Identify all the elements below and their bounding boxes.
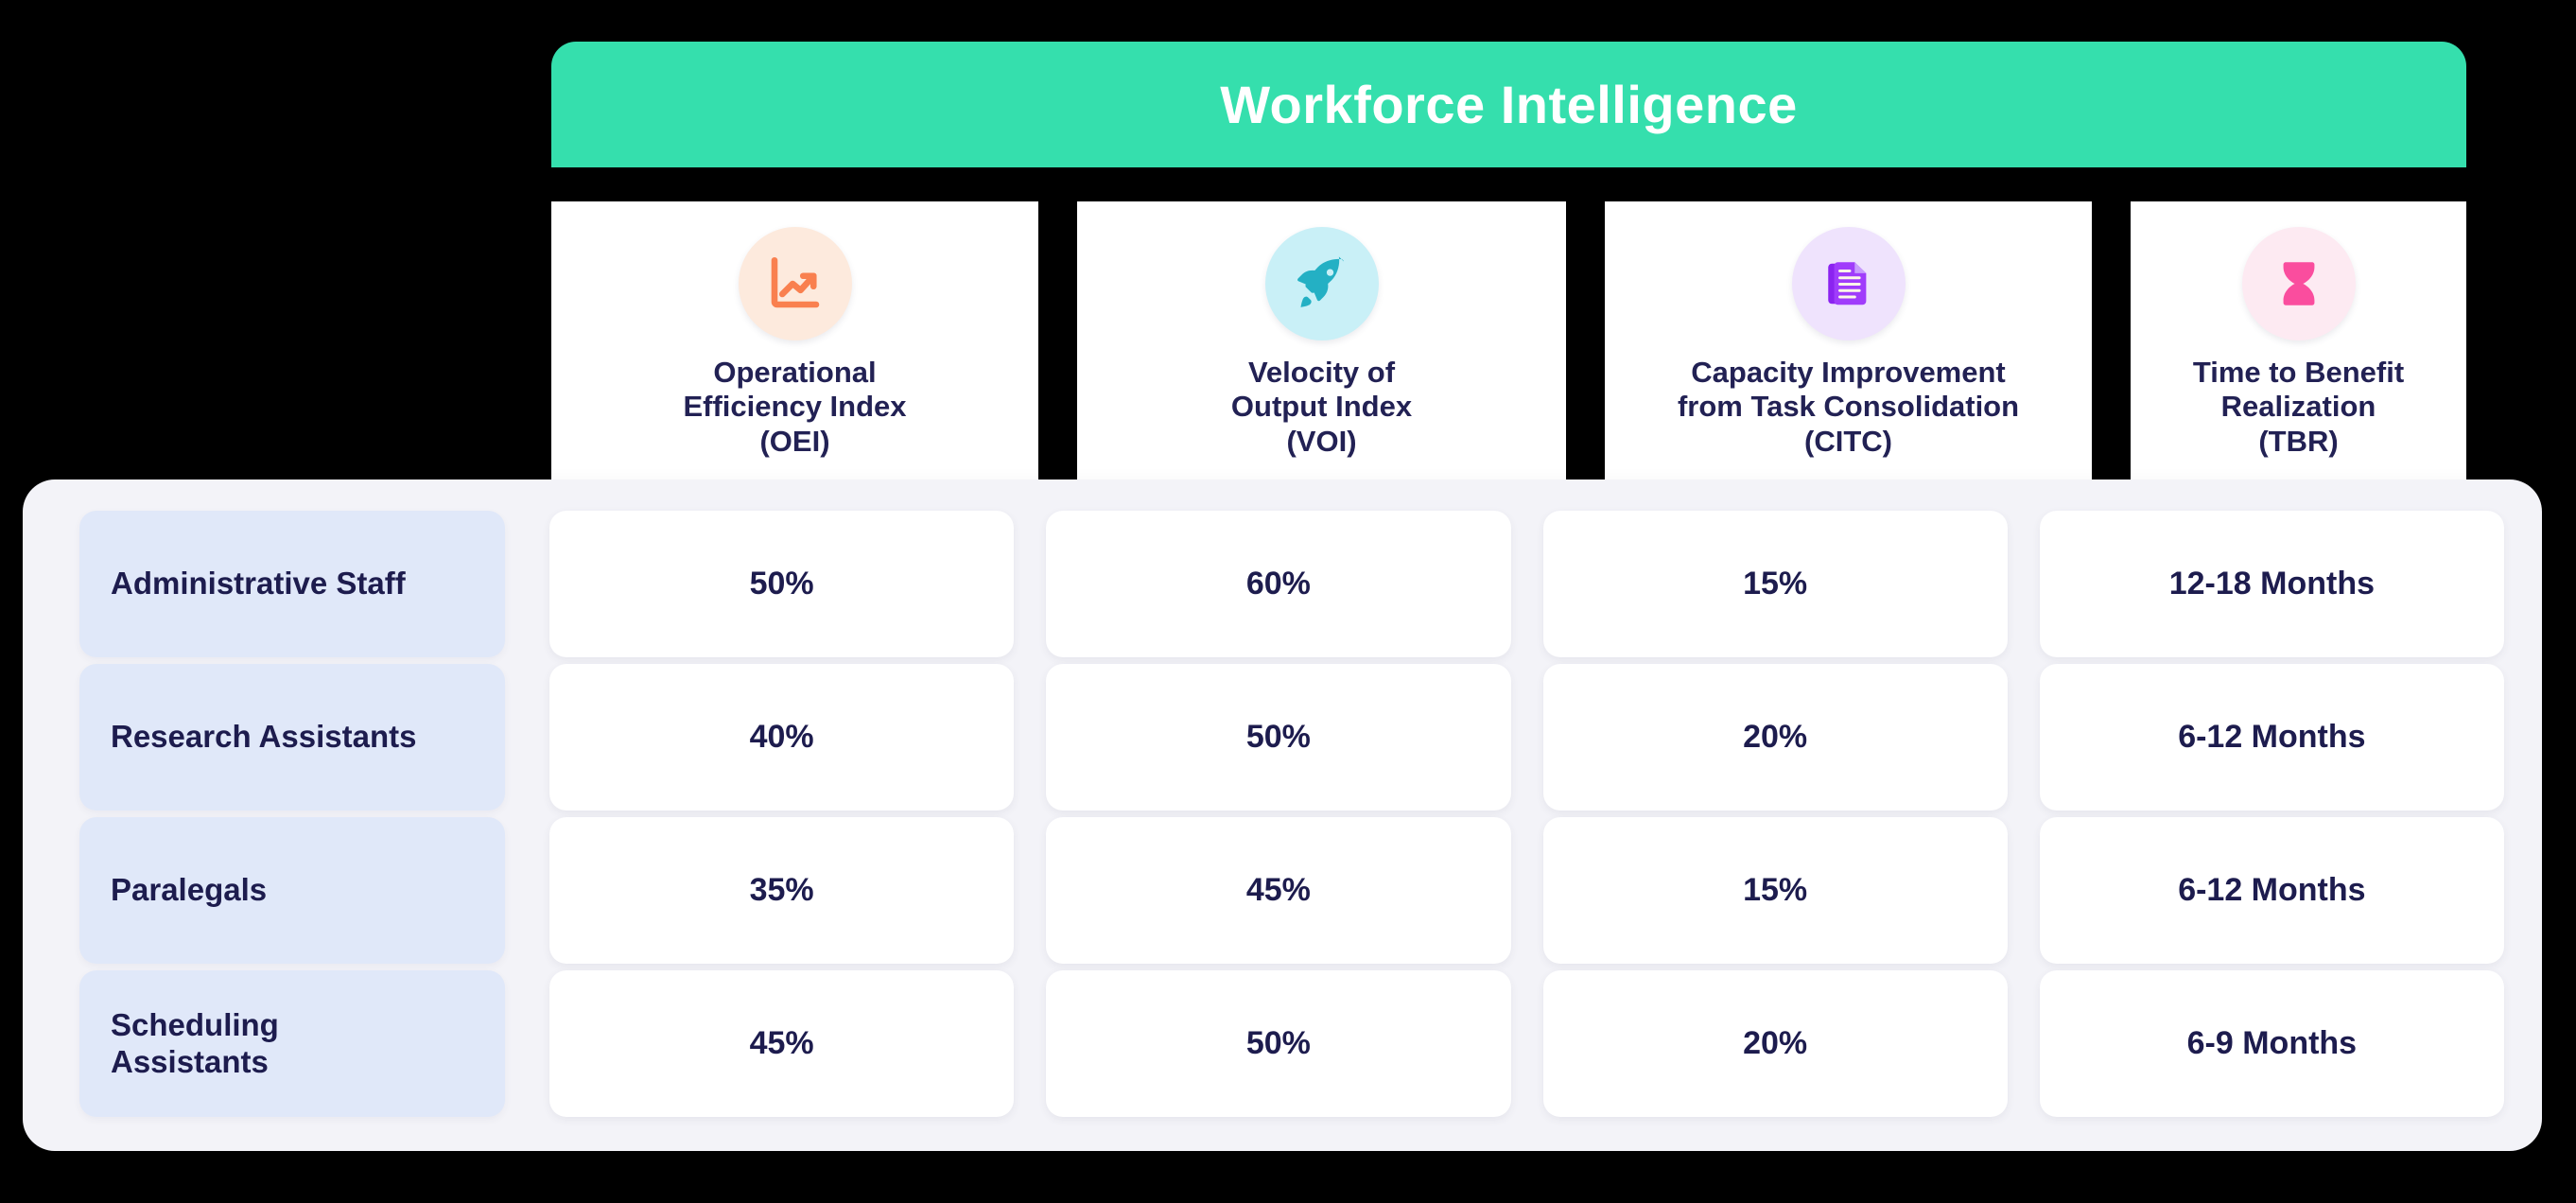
hourglass-icon	[2241, 227, 2356, 340]
row-label: Research Assistants	[79, 664, 505, 811]
table-row: Administrative Staff 50% 60% 15% 12-18 M…	[79, 511, 2504, 657]
row-spacer	[505, 817, 538, 964]
rocket-icon	[1264, 227, 1379, 340]
table-cell-tbr: 6-12 Months	[2039, 664, 2504, 811]
chart-line-up-icon	[738, 227, 852, 340]
row-spacer	[505, 511, 538, 657]
table-cell-oei: 35%	[549, 817, 1015, 964]
table-cell-tbr: 6-9 Months	[2039, 970, 2504, 1117]
page-title: Workforce Intelligence	[1220, 74, 1798, 134]
table-cell-oei: 45%	[549, 970, 1015, 1117]
table-cell-voi: 60%	[1046, 511, 1511, 657]
metric-header-label: Time to Benefit Realization (TBR)	[2192, 356, 2405, 458]
table-row: Research Assistants 40% 50% 20% 6-12 Mon…	[79, 664, 2504, 811]
row-label: Administrative Staff	[79, 511, 505, 657]
table-cell-citc: 15%	[1542, 511, 2008, 657]
row-label: Scheduling Assistants	[79, 970, 505, 1117]
header-banner: Workforce Intelligence	[551, 42, 2466, 167]
table-row: Scheduling Assistants 45% 50% 20% 6-9 Mo…	[79, 970, 2504, 1117]
table-cell-voi: 45%	[1046, 817, 1511, 964]
table-cell-oei: 40%	[549, 664, 1015, 811]
metric-header-label: Operational Efficiency Index (OEI)	[683, 356, 907, 458]
table-cell-tbr: 12-18 Months	[2039, 511, 2504, 657]
metrics-table-panel: Administrative Staff 50% 60% 15% 12-18 M…	[23, 479, 2542, 1151]
metric-header-label: Capacity Improvement from Task Consolida…	[1677, 356, 2020, 458]
table-cell-voi: 50%	[1046, 664, 1511, 811]
table-cell-citc: 15%	[1542, 817, 2008, 964]
row-spacer	[505, 970, 538, 1117]
table-cell-oei: 50%	[549, 511, 1015, 657]
workforce-intelligence-header: Workforce Intelligence Operational Effic…	[551, 42, 2466, 530]
table-cell-voi: 50%	[1046, 970, 1511, 1117]
table-cell-tbr: 6-12 Months	[2039, 817, 2504, 964]
row-spacer	[505, 664, 538, 811]
row-label: Paralegals	[79, 817, 505, 964]
table-cell-citc: 20%	[1542, 970, 2008, 1117]
table-cell-citc: 20%	[1542, 664, 2008, 811]
table-row: Paralegals 35% 45% 15% 6-12 Months	[79, 817, 2504, 964]
documents-icon	[1791, 227, 1906, 340]
metrics-table-body: Administrative Staff 50% 60% 15% 12-18 M…	[79, 511, 2504, 1117]
metric-header-label: Velocity of Output Index (VOI)	[1230, 356, 1413, 458]
